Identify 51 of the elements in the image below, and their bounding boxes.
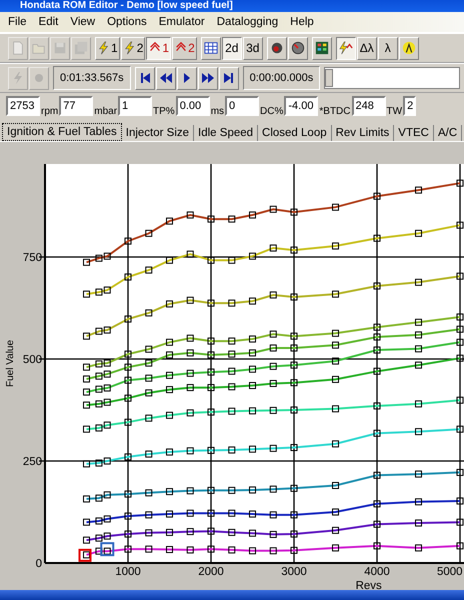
x-tick-label: 3000 — [281, 566, 307, 578]
tab[interactable]: Rev Limits — [332, 125, 394, 141]
y-axis-title: Fuel Value — [5, 340, 16, 388]
x-tick-label: 1000 — [115, 566, 141, 578]
elapsed-time-display: 0:01:33.567s — [53, 66, 131, 90]
x-axis-title: Revs — [356, 580, 382, 590]
window-title: Hondata ROM Editor - Demo [low speed fuel] — [20, 0, 233, 11]
readout-field[interactable]: 248 — [352, 96, 386, 116]
unit-label: *BTDC — [319, 106, 351, 119]
readout-field[interactable]: 2 — [403, 96, 416, 116]
unit-label: mbar — [94, 106, 118, 119]
unit-label: ms — [210, 106, 224, 119]
toolbar-button[interactable]: 1 — [146, 36, 172, 60]
unit-label: TW — [386, 106, 402, 119]
y-tick-label: 0 — [36, 558, 42, 570]
y-tick-label: 750 — [22, 252, 42, 264]
readout-field[interactable]: 2753 — [6, 96, 40, 116]
unit-label: TP% — [153, 106, 175, 119]
menu-item[interactable]: View — [64, 16, 102, 28]
tab[interactable]: VTEC — [394, 125, 434, 141]
readout-field[interactable]: 77 — [59, 96, 94, 116]
menu-item[interactable]: Edit — [32, 16, 64, 28]
toolbar-toggle[interactable]: 2d — [222, 36, 242, 60]
tab[interactable]: A/C — [434, 125, 462, 141]
menu-item[interactable]: Datalogging — [210, 16, 284, 28]
unit-label: rpm — [41, 106, 58, 119]
menu-item[interactable]: File — [2, 16, 33, 28]
y-tick-label: 500 — [22, 354, 42, 366]
readout-field[interactable]: 1 — [118, 96, 152, 116]
x-tick-label: 4000 — [364, 566, 390, 578]
toolbar-toggle[interactable]: Δλ — [356, 36, 377, 60]
toolbar-button[interactable]: 1 — [95, 36, 120, 60]
tab[interactable]: Closed Loop — [258, 125, 332, 141]
tab[interactable]: Injector Size — [122, 125, 194, 141]
x-tick-label: 2000 — [198, 566, 224, 578]
readout-field[interactable]: -4.00 — [284, 96, 318, 116]
menu-item[interactable]: Options — [101, 16, 153, 28]
toolbar-button[interactable]: 2 — [172, 36, 197, 60]
y-tick-label: 250 — [22, 456, 42, 468]
readout-field[interactable]: 0 — [225, 96, 260, 116]
tab[interactable]: Ignition & Fuel Tables — [2, 123, 122, 141]
position-time-display: 0:00:00.000s — [242, 66, 320, 90]
toolbar-toggle[interactable]: λ — [378, 36, 398, 60]
menu-item[interactable]: Help — [284, 16, 320, 28]
unit-label: DC% — [260, 106, 284, 119]
x-tick-label: 5000 — [437, 566, 463, 578]
menu-item[interactable]: Emulator — [152, 16, 211, 28]
toolbar-button[interactable]: 2 — [120, 36, 146, 60]
toolbar-toggle[interactable]: 3d — [242, 36, 263, 60]
tab[interactable]: Idle Speed — [194, 125, 258, 141]
readout-field[interactable]: 0.00 — [176, 96, 210, 116]
